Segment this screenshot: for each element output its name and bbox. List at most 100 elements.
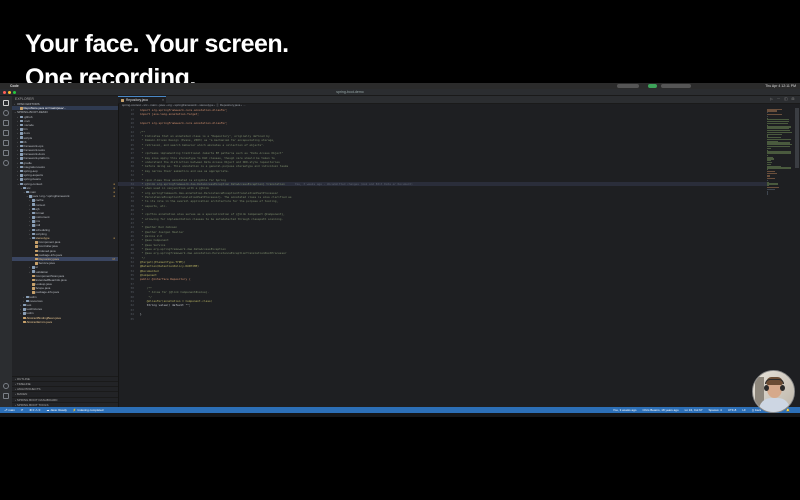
minimap-line xyxy=(767,178,776,180)
folder-icon xyxy=(20,165,23,169)
folder-icon xyxy=(32,270,35,273)
editor-actions[interactable]: ▷ ⋯ ◫ ⊟ xyxy=(770,96,796,103)
status-item[interactable]: You, 3 weeks ago xyxy=(613,408,637,412)
explorer-icon[interactable] xyxy=(3,100,9,106)
folder-icon xyxy=(32,236,35,240)
folder-icon xyxy=(20,123,23,127)
tree-item-label: AbstractErrors.java xyxy=(26,319,53,324)
close-window-icon[interactable] xyxy=(3,90,6,94)
folder-icon xyxy=(20,161,23,165)
folder-icon xyxy=(29,195,32,198)
recording-indicator-icon[interactable] xyxy=(648,84,657,88)
account-icon[interactable] xyxy=(3,383,9,389)
java-file-icon xyxy=(35,249,38,253)
status-item[interactable]: Ln 34, Col 67 xyxy=(685,408,703,412)
minimap-line xyxy=(767,194,768,196)
folder-icon xyxy=(20,149,23,152)
minimap-line xyxy=(767,113,782,116)
java-file-icon xyxy=(20,107,23,110)
java-file-icon xyxy=(121,99,124,102)
status-item[interactable]: LF xyxy=(742,408,746,412)
minimize-window-icon[interactable] xyxy=(8,90,11,94)
folder-icon xyxy=(26,190,29,194)
status-item[interactable]: Chris Beams, 18 years ago xyxy=(642,408,678,412)
java-file-icon xyxy=(35,262,38,265)
folder-icon xyxy=(20,136,23,139)
menu-status-pill[interactable] xyxy=(617,84,639,88)
folder-icon xyxy=(32,228,35,232)
editor-scrollbar[interactable] xyxy=(795,108,799,168)
folder-icon xyxy=(32,266,35,269)
folder-icon xyxy=(20,144,23,148)
window-title-bar: spring-boot-demo xyxy=(0,89,800,96)
screen-recording: Code Thu Apr 4 12:11 PM spring-boot-demo… xyxy=(0,83,800,417)
folder-icon xyxy=(32,211,35,215)
menu-status-pill[interactable] xyxy=(661,84,691,88)
folder-icon xyxy=(32,216,35,219)
java-file-icon xyxy=(32,287,35,290)
zoom-window-icon[interactable] xyxy=(13,90,16,94)
java-file-icon xyxy=(32,278,35,282)
java-file-icon xyxy=(35,257,38,261)
java-file-icon xyxy=(23,316,26,320)
source-control-icon[interactable] xyxy=(3,120,9,126)
spring-icon[interactable] xyxy=(3,160,9,166)
tree-item[interactable]: AbstractErrors.java xyxy=(12,320,118,324)
headline-line-1: Your face. Your screen. xyxy=(25,30,289,58)
minimap[interactable] xyxy=(767,108,795,407)
minimap-line xyxy=(767,188,776,190)
code-line[interactable]: 65 xyxy=(118,317,767,321)
java-file-icon xyxy=(23,320,26,324)
testing-icon[interactable] xyxy=(3,150,9,156)
folder-icon xyxy=(20,119,23,123)
folder-icon xyxy=(23,186,26,190)
folder-icon xyxy=(20,153,23,156)
search-icon[interactable] xyxy=(3,110,9,116)
folder-icon xyxy=(32,199,35,202)
java-file-icon xyxy=(32,291,35,294)
folder-icon xyxy=(20,140,23,144)
dock-strip xyxy=(0,413,800,417)
folder-icon xyxy=(23,308,26,311)
folder-icon xyxy=(20,115,23,119)
extensions-icon[interactable] xyxy=(3,140,9,146)
java-file-icon xyxy=(32,283,35,286)
line-number: 65 xyxy=(130,316,134,321)
folder-icon xyxy=(32,203,35,206)
status-item[interactable]: Spaces: 4 xyxy=(709,408,722,412)
webcam-bubble[interactable] xyxy=(752,370,795,413)
folder-icon xyxy=(20,132,23,135)
java-file-icon xyxy=(35,241,38,244)
status-item[interactable]: ⚡ Indexing completed xyxy=(73,408,104,412)
tab-label: Repository.java xyxy=(126,98,148,102)
code-editor[interactable]: 17 import org.springframework.core.annota… xyxy=(118,108,767,407)
status-item[interactable]: ⟳ xyxy=(21,408,24,412)
minimap-line xyxy=(767,122,788,125)
status-item[interactable]: ⊗ 0 ⚠ 0 xyxy=(29,408,40,412)
webcam-person-body xyxy=(759,398,790,412)
java-file-icon xyxy=(32,274,35,278)
folder-icon xyxy=(23,303,26,307)
tab-repository-java[interactable]: Repository.java × xyxy=(118,96,166,103)
window-title: spring-boot-demo xyxy=(336,90,364,94)
headphone-right xyxy=(780,385,785,391)
explorer-sidebar: EXPLORER › OPEN EDITORS RepoStore.java src… xyxy=(12,96,119,407)
folder-icon xyxy=(20,182,23,186)
minimap-line xyxy=(767,133,782,135)
folder-icon xyxy=(23,312,26,315)
status-item[interactable]: UTF-8 xyxy=(728,408,737,412)
status-item[interactable]: ⎇ main xyxy=(4,408,15,412)
java-file-icon xyxy=(35,253,38,257)
gear-icon[interactable] xyxy=(3,393,9,399)
sidebar-panels: › OUTLINE › TIMELINE › JAVA PROJECTS › MAVE… xyxy=(12,375,118,407)
minimap-line xyxy=(767,167,792,169)
headphones-icon xyxy=(765,379,784,384)
minimap-line xyxy=(767,110,777,112)
folder-icon xyxy=(20,169,23,173)
folder-icon xyxy=(32,220,35,223)
headphone-left xyxy=(764,385,769,391)
folder-icon xyxy=(26,295,29,299)
folder-icon xyxy=(20,157,23,160)
run-debug-icon[interactable] xyxy=(3,130,9,136)
status-item[interactable]: ☁ Java: Ready xyxy=(46,408,67,412)
